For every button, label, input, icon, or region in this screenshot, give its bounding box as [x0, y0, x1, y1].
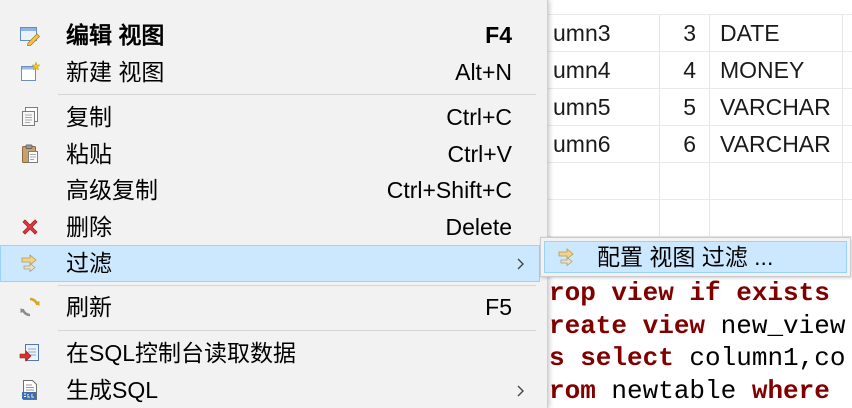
ordinal-cell[interactable]: 5: [660, 89, 710, 125]
filter-icon: [19, 252, 41, 274]
menu-item-shortcut: Alt+N: [455, 58, 512, 85]
chevron-right-icon: [516, 383, 526, 399]
empty-cell[interactable]: [843, 15, 852, 51]
sql-identifier: newtable: [595, 375, 752, 406]
sql-identifier: column1,co: [673, 343, 846, 373]
column-name-cell[interactable]: umn4: [540, 52, 660, 88]
refresh-icon: [19, 296, 41, 318]
empty-cell[interactable]: [710, 163, 843, 199]
sql-keyword: s select: [549, 343, 674, 373]
empty-cell[interactable]: [540, 163, 660, 199]
menu-item-label: 高级复制: [66, 177, 158, 203]
empty-cell[interactable]: [660, 200, 710, 236]
empty-cell[interactable]: [843, 126, 852, 162]
sql-identifier: new_view: [705, 310, 846, 341]
menu-item-shortcut: Delete: [445, 213, 512, 240]
ordinal-cell[interactable]: 3: [660, 15, 710, 51]
empty-cell[interactable]: [843, 163, 852, 199]
menu-item-label: 配置 视图 过滤 ...: [597, 244, 774, 270]
data-type-cell[interactable]: VARCHAR: [710, 89, 843, 125]
menu-item-generate-sql[interactable]: 生成SQL: [0, 372, 540, 408]
menu-separator: [0, 325, 540, 335]
sql-line: rop view if exists: [549, 277, 852, 310]
generate-sql-icon: [19, 379, 41, 401]
filter-icon: [556, 246, 578, 268]
sql-keyword: where: [751, 375, 830, 406]
ordinal-cell[interactable]: 6: [660, 126, 710, 162]
result-grid: umn3 3 DATE umn4 4 MONEY umn5 5 VARCHAR …: [540, 14, 852, 237]
menu-item-shortcut: Ctrl+C: [446, 104, 512, 130]
new-view-icon: [19, 60, 41, 83]
menu-item-label: 新建 视图: [66, 58, 165, 85]
menu-item-shortcut: F4: [485, 22, 512, 48]
table-row-empty[interactable]: [540, 200, 852, 237]
empty-cell[interactable]: [540, 200, 660, 236]
sql-line: rom newtable where: [549, 375, 852, 408]
menu-item-shortcut: F5: [485, 293, 512, 320]
menu-item-label: 过滤: [66, 250, 112, 276]
chevron-right-icon: [516, 256, 526, 272]
context-menu: 编辑 视图 F4 新建 视图 Alt+N 复制 Ctrl+C 粘贴 Ctrl+V: [0, 0, 548, 408]
menu-item-edit-view[interactable]: 编辑 视图 F4: [0, 17, 540, 54]
menu-item-delete[interactable]: 删除 Delete: [0, 209, 540, 246]
copy-icon: [19, 106, 41, 128]
table-row[interactable]: umn5 5 VARCHAR: [540, 89, 852, 126]
table-row[interactable]: umn4 4 MONEY: [540, 52, 852, 89]
sql-keyword: rop view if exists: [549, 278, 830, 308]
menu-item-label: 删除: [66, 213, 112, 240]
menu-item-shortcut: Ctrl+V: [447, 140, 512, 167]
menu-item-label: 生成SQL: [66, 376, 159, 403]
empty-cell[interactable]: [843, 89, 852, 125]
menu-item-label: 粘贴: [66, 140, 112, 167]
delete-icon: [19, 216, 41, 238]
empty-cell[interactable]: [710, 200, 843, 236]
menu-item-new-view[interactable]: 新建 视图 Alt+N: [0, 54, 540, 91]
empty-cell[interactable]: [843, 200, 852, 236]
data-type-cell[interactable]: VARCHAR: [710, 126, 843, 162]
menu-item-label: 在SQL控制台读取数据: [66, 340, 297, 366]
menu-item-filter[interactable]: 过滤: [0, 245, 540, 282]
empty-cell[interactable]: [660, 163, 710, 199]
menu-item-configure-view-filter[interactable]: 配置 视图 过滤 ...: [544, 241, 847, 273]
table-row[interactable]: umn6 6 VARCHAR: [540, 126, 852, 163]
menu-item-refresh[interactable]: 刷新 F5: [0, 289, 540, 326]
column-name-cell[interactable]: umn3: [540, 15, 660, 51]
data-type-cell[interactable]: DATE: [710, 15, 843, 51]
table-row-empty[interactable]: [540, 163, 852, 200]
menu-item-copy[interactable]: 复制 Ctrl+C: [0, 99, 540, 136]
sql-keyword: reate view: [549, 310, 706, 341]
data-type-cell[interactable]: MONEY: [710, 52, 843, 88]
sql-keyword: rom: [549, 375, 596, 406]
menu-separator: [0, 282, 540, 289]
menu-item-read-in-sql-console[interactable]: 在SQL控制台读取数据: [0, 335, 540, 372]
menu-item-label: 复制: [66, 104, 112, 130]
menu-item-paste[interactable]: 粘贴 Ctrl+V: [0, 136, 540, 173]
column-name-cell[interactable]: umn6: [540, 126, 660, 162]
dbeaver-window: umn3 3 DATE umn4 4 MONEY umn5 5 VARCHAR …: [0, 0, 852, 408]
empty-cell[interactable]: [843, 52, 852, 88]
read-data-icon: [19, 342, 41, 364]
menu-item-shortcut: Ctrl+Shift+C: [386, 177, 512, 203]
column-name-cell[interactable]: umn5: [540, 89, 660, 125]
ordinal-cell[interactable]: 4: [660, 52, 710, 88]
sql-line: s select column1,co: [549, 342, 852, 375]
filter-submenu: 配置 视图 过滤 ...: [540, 237, 851, 277]
edit-view-icon: [19, 24, 41, 46]
menu-separator: [0, 90, 540, 99]
sql-line: reate view new_view: [549, 310, 852, 343]
menu-item-advanced-copy[interactable]: 高级复制 Ctrl+Shift+C: [0, 172, 540, 209]
menu-item-label: 刷新: [66, 293, 112, 320]
sql-editor[interactable]: rop view if exists reate view new_view s…: [549, 277, 852, 408]
table-row[interactable]: umn3 3 DATE: [540, 15, 852, 52]
paste-icon: [19, 143, 41, 165]
menu-item-label: 编辑 视图: [66, 22, 165, 48]
